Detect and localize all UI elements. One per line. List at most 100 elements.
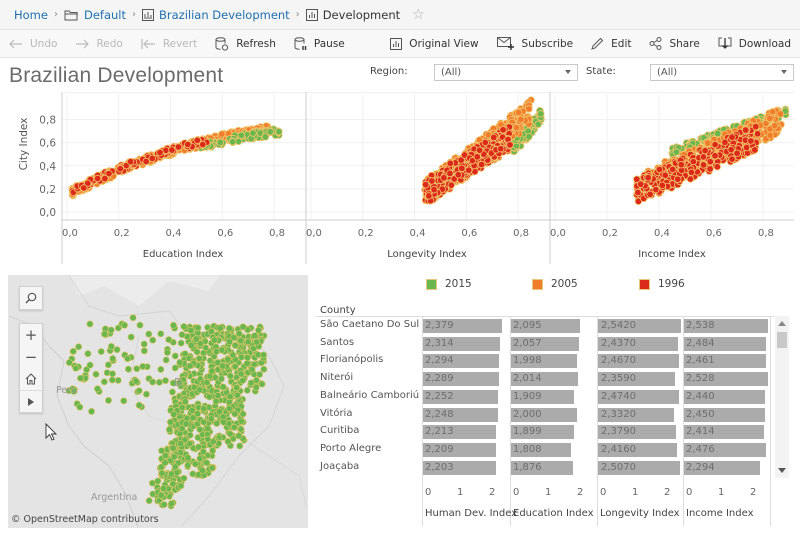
bar-income-index[interactable]: 2,538 xyxy=(683,319,768,333)
bar-longevity-index[interactable]: 2,4370 xyxy=(598,336,678,351)
bar-human-dev-index[interactable]: 2,203 xyxy=(422,460,496,475)
scroll-up-icon[interactable] xyxy=(778,321,786,326)
map-marker[interactable] xyxy=(163,348,171,356)
map-marker[interactable] xyxy=(162,356,170,364)
breadcrumb-home[interactable]: Home xyxy=(14,8,48,22)
bar-human-dev-index[interactable]: 2,252 xyxy=(422,389,498,404)
map-marker[interactable] xyxy=(154,477,162,485)
map-marker[interactable] xyxy=(236,442,244,450)
map-marker[interactable] xyxy=(196,386,204,394)
map-marker[interactable] xyxy=(142,390,150,398)
map-marker[interactable] xyxy=(217,375,225,383)
map-marker[interactable] xyxy=(215,408,223,416)
map-marker[interactable] xyxy=(171,352,179,360)
map-marker[interactable] xyxy=(157,365,165,373)
map-marker[interactable] xyxy=(177,482,185,490)
map-marker[interactable] xyxy=(124,355,132,363)
map-marker[interactable] xyxy=(224,355,232,363)
map-marker[interactable] xyxy=(187,326,195,334)
map-marker[interactable] xyxy=(97,348,105,356)
map-marker[interactable] xyxy=(139,362,147,370)
map-marker[interactable] xyxy=(260,365,268,373)
map-marker[interactable] xyxy=(231,341,239,349)
map-marker[interactable] xyxy=(135,387,143,395)
bar-longevity-index[interactable]: 2,3320 xyxy=(598,407,674,422)
bar-longevity-index[interactable]: 2,3590 xyxy=(598,372,675,387)
map-marker[interactable] xyxy=(145,497,153,505)
map-marker[interactable] xyxy=(244,338,252,346)
map-marker[interactable] xyxy=(188,406,196,414)
map-marker[interactable] xyxy=(229,351,237,359)
column-header[interactable]: Education Index xyxy=(513,508,594,519)
map-marker[interactable] xyxy=(180,323,188,331)
column-header[interactable]: Income Index xyxy=(686,508,754,519)
map-marker[interactable] xyxy=(199,448,207,456)
map-search-button[interactable] xyxy=(20,287,42,309)
map-marker[interactable] xyxy=(120,321,128,329)
table-row[interactable]: Balneário Camboriú 2,252 1,909 2,4740 2,440 xyxy=(316,388,774,406)
map-marker[interactable] xyxy=(167,500,175,508)
column-header[interactable]: Human Dev. Index xyxy=(425,508,517,519)
bar-income-index[interactable]: 2,484 xyxy=(683,336,766,351)
map-marker[interactable] xyxy=(140,340,148,348)
map-marker[interactable] xyxy=(220,418,228,426)
favorite-star-icon[interactable]: ☆ xyxy=(412,7,425,23)
map-marker[interactable] xyxy=(239,323,247,331)
map-marker[interactable] xyxy=(219,383,227,391)
map-marker[interactable] xyxy=(212,348,220,356)
map-marker[interactable] xyxy=(132,377,140,385)
map-marker[interactable] xyxy=(204,425,212,433)
map-marker[interactable] xyxy=(210,336,218,344)
state-filter-dropdown[interactable]: (All) xyxy=(650,64,794,81)
refresh-button[interactable]: Refresh xyxy=(206,30,285,57)
map-marker[interactable] xyxy=(189,470,197,478)
map-marker[interactable] xyxy=(177,339,185,347)
bar-education-index[interactable]: 2,095 xyxy=(510,319,580,333)
bar-education-index[interactable]: 1,909 xyxy=(510,389,574,404)
table-row[interactable]: Niterói 2,289 2,014 2,3590 2,528 xyxy=(316,370,774,388)
bar-income-index[interactable]: 2,294 xyxy=(683,460,760,475)
map-marker[interactable] xyxy=(231,363,239,371)
map-marker[interactable] xyxy=(165,426,173,434)
map-marker[interactable] xyxy=(208,464,216,472)
bar-human-dev-index[interactable]: 2,314 xyxy=(422,336,500,351)
map-marker[interactable] xyxy=(159,485,167,493)
bar-income-index[interactable]: 2,528 xyxy=(683,372,768,387)
table-row[interactable]: Florianópolis 2,294 1,998 2,4670 2,461 xyxy=(316,352,774,370)
map-marker[interactable] xyxy=(226,372,234,380)
map-marker[interactable] xyxy=(230,423,238,431)
table-row[interactable]: Santos 2,314 2,057 2,4370 2,484 xyxy=(316,335,774,353)
map-marker[interactable] xyxy=(235,432,243,440)
map-marker[interactable] xyxy=(84,350,92,358)
map-marker[interactable] xyxy=(113,346,121,354)
breadcrumb-project[interactable]: Default xyxy=(84,8,126,22)
map-marker[interactable] xyxy=(196,455,204,463)
map-marker[interactable] xyxy=(209,438,217,446)
map-marker[interactable] xyxy=(69,347,77,355)
map-marker[interactable] xyxy=(255,326,263,334)
map-marker[interactable] xyxy=(145,330,153,338)
map-marker[interactable] xyxy=(237,370,245,378)
subscribe-button[interactable]: Subscribe xyxy=(488,30,583,57)
table-row[interactable]: Joaçaba 2,203 1,876 2,5070 2,294 xyxy=(316,459,774,477)
table-row[interactable]: Curitiba 2,213 1,899 2,3790 2,414 xyxy=(316,423,774,441)
map-marker[interactable] xyxy=(86,320,94,328)
bar-longevity-index[interactable]: 2,4670 xyxy=(598,354,679,369)
map-marker[interactable] xyxy=(193,348,201,356)
map-marker[interactable] xyxy=(86,361,94,369)
bar-education-index[interactable]: 2,057 xyxy=(510,336,579,351)
map-marker[interactable] xyxy=(258,380,266,388)
map-marker[interactable] xyxy=(207,327,215,335)
bar-income-index[interactable]: 2,476 xyxy=(683,442,766,457)
map-marker[interactable] xyxy=(167,470,175,478)
map-marker[interactable] xyxy=(107,326,115,334)
map-marker[interactable] xyxy=(251,332,259,340)
map-marker[interactable] xyxy=(170,453,178,461)
map-marker[interactable] xyxy=(214,392,222,400)
map-marker[interactable] xyxy=(237,425,245,433)
map-marker[interactable] xyxy=(200,405,208,413)
map-marker[interactable] xyxy=(158,469,166,477)
map-marker[interactable] xyxy=(94,385,102,393)
map-marker[interactable] xyxy=(108,376,116,384)
map-marker[interactable] xyxy=(75,343,83,351)
